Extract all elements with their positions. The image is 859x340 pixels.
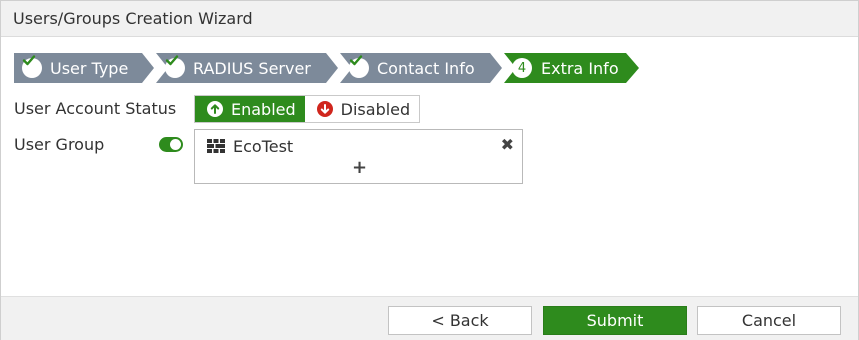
group-entry: EcoTest [207, 136, 293, 156]
step-label: RADIUS Server [193, 58, 311, 78]
step-label: Contact Info [377, 58, 475, 78]
step-contact-info[interactable]: Contact Info [349, 53, 475, 83]
group-name: EcoTest [233, 136, 294, 156]
check-icon [165, 55, 185, 78]
status-label: User Account Status [14, 99, 177, 118]
toggle-knob [170, 139, 181, 150]
arrow-up-icon [207, 101, 223, 117]
enabled-label: Enabled [231, 99, 296, 119]
add-group-icon[interactable]: + [352, 158, 367, 178]
step-extra-info[interactable]: 4 Extra Info [512, 53, 619, 83]
group-icon [207, 139, 225, 153]
step-label: Extra Info [541, 58, 619, 78]
dialog-title: Users/Groups Creation Wizard [13, 9, 253, 28]
user-group-select[interactable]: EcoTest ✖ + [194, 129, 523, 184]
step-radius-server[interactable]: RADIUS Server [165, 53, 311, 83]
cancel-button[interactable]: Cancel [697, 306, 841, 335]
arrow-down-icon [316, 101, 333, 117]
enabled-option[interactable]: Enabled [195, 96, 305, 122]
check-icon [22, 55, 42, 78]
step-user-type[interactable]: User Type [22, 53, 128, 83]
user-group-toggle[interactable] [159, 137, 183, 152]
disabled-option[interactable]: Disabled [305, 96, 420, 122]
submit-button[interactable]: Submit [543, 306, 687, 335]
step-label: User Type [50, 58, 129, 78]
dialog-header: Users/Groups Creation Wizard [1, 1, 858, 37]
disabled-label: Disabled [340, 99, 411, 119]
back-button[interactable]: < Back [388, 306, 532, 335]
wizard-stepper: User Type RADIUS Server Contact Info 4 E… [14, 53, 639, 83]
remove-group-icon[interactable]: ✖ [501, 136, 514, 154]
group-label: User Group [14, 135, 105, 154]
step-number: 4 [512, 58, 532, 78]
dialog-footer: < Back Submit Cancel [1, 296, 858, 340]
status-toggle-group: Enabled Disabled [194, 95, 421, 123]
check-icon [349, 55, 369, 78]
wizard-dialog: Users/Groups Creation Wizard User Type R… [0, 0, 859, 340]
